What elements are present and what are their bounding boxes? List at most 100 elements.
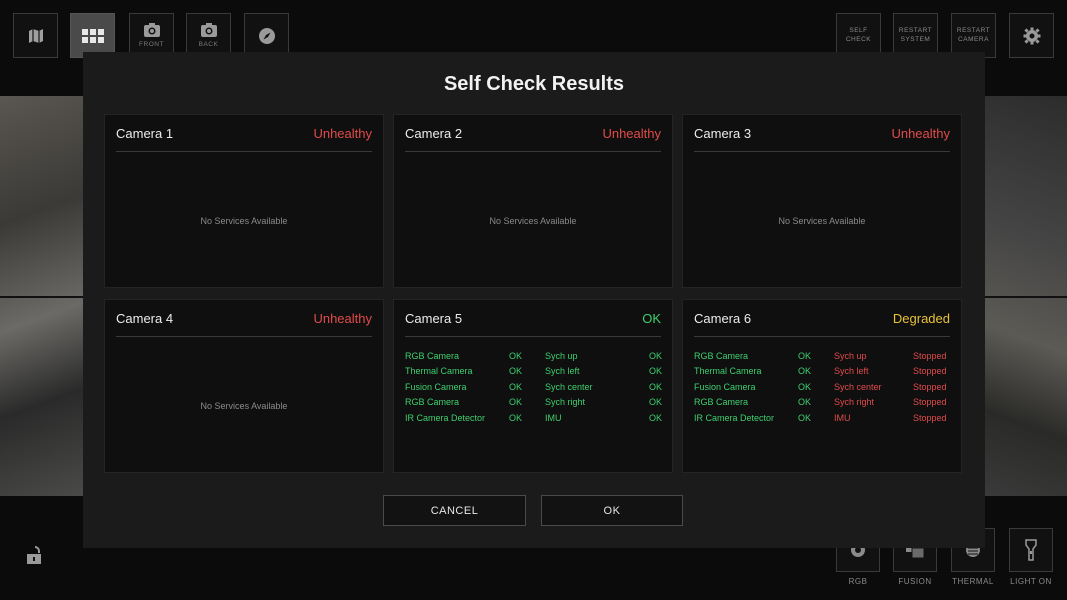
camera-status: Unhealthy [602, 126, 661, 141]
service-value: OK [509, 382, 523, 392]
camera-name: Camera 6 [694, 311, 752, 326]
service-name: Thermal Camera [694, 366, 762, 376]
service-name: Fusion Camera [694, 382, 756, 392]
service-value: OK [798, 397, 812, 407]
camera-status: Unhealthy [313, 126, 372, 141]
service-name: IR Camera Detector [405, 413, 486, 423]
camera-card: Camera 6 Degraded RGB Camera OK Sych up … [682, 299, 962, 473]
service-name: Sych up [834, 351, 867, 361]
gear-icon [1023, 27, 1040, 44]
camera-card-header: Camera 6 Degraded [694, 300, 950, 337]
service-value: OK [798, 366, 812, 376]
camera-status: Unhealthy [313, 311, 372, 326]
service-name: RGB Camera [694, 397, 749, 407]
service-name: RGB Camera [405, 397, 460, 407]
modal-title: Self Check Results [443, 73, 625, 95]
camera-name: Camera 4 [116, 311, 174, 326]
camera-card-header: Camera 4 Unhealthy [116, 300, 372, 337]
camera-status: Unhealthy [891, 126, 950, 141]
restart-system-label-line1: RESTART [898, 27, 933, 34]
camera-rotate-icon [200, 23, 217, 37]
flashlight-icon [1025, 539, 1037, 561]
service-value: Stopped [913, 382, 947, 392]
self-check-modal: Self Check Results Camera 1 Unhealthy No… [83, 52, 985, 548]
camera-card: Camera 2 Unhealthy No Services Available [393, 114, 673, 288]
ok-button[interactable]: OK [541, 495, 683, 526]
camera-card-header: Camera 5 OK [405, 300, 661, 337]
service-value: Stopped [913, 366, 947, 376]
service-name: Sych right [545, 397, 586, 407]
map-icon [28, 28, 43, 43]
service-value: OK [649, 366, 663, 376]
grid-icon [81, 28, 104, 43]
light-label: LIGHT ON [1010, 577, 1052, 586]
service-name: IR Camera Detector [694, 413, 775, 423]
restart-camera-label-line2: CAMERA [958, 35, 989, 43]
service-value: OK [798, 351, 812, 361]
camera-card-header: Camera 2 Unhealthy [405, 115, 661, 152]
light-toggle-button[interactable] [1009, 528, 1053, 572]
camera-card: Camera 5 OK RGB Camera OK Sych up OK The… [393, 299, 673, 473]
self-check-label-line1: SELF [849, 27, 868, 34]
app-root: FRONT BACK SELF CHECK RESTART SYSTEM RES… [0, 0, 1067, 600]
back-label: BACK [198, 41, 219, 48]
camera-card: Camera 4 Unhealthy No Services Available [104, 299, 384, 473]
service-value: Stopped [913, 413, 947, 423]
service-name: IMU [834, 413, 851, 423]
service-name: Thermal Camera [405, 366, 473, 376]
service-value: OK [509, 397, 523, 407]
no-services-text: No Services Available [489, 216, 577, 226]
service-value: OK [649, 382, 663, 392]
service-name: Sych center [545, 382, 593, 392]
service-name: RGB Camera [405, 351, 460, 361]
service-value: OK [798, 413, 812, 423]
no-services-text: No Services Available [200, 216, 288, 226]
rgb-label: RGB [848, 577, 868, 586]
camera-name: Camera 5 [405, 311, 463, 326]
camera-name: Camera 3 [694, 126, 752, 141]
service-value: OK [649, 397, 663, 407]
camera-card-header: Camera 1 Unhealthy [116, 115, 372, 152]
camera-status: Degraded [892, 311, 950, 326]
service-name: Sych left [834, 366, 869, 376]
camera-status: OK [642, 311, 661, 326]
fusion-label: FUSION [898, 577, 932, 586]
service-value: Stopped [913, 351, 947, 361]
camera-rotate-icon [143, 23, 160, 37]
cancel-button[interactable]: CANCEL [383, 495, 526, 526]
service-name: Sych up [545, 351, 578, 361]
front-label: FRONT [139, 41, 164, 48]
camera-name: Camera 1 [116, 126, 174, 141]
feed-divider [0, 296, 84, 298]
service-value: OK [649, 413, 663, 423]
service-name: IMU [545, 413, 562, 423]
no-services-text: No Services Available [200, 401, 288, 411]
service-value: OK [649, 351, 663, 361]
restart-camera-label-line1: RESTART [956, 27, 991, 34]
service-name: Sych right [834, 397, 875, 407]
service-name: RGB Camera [694, 351, 749, 361]
unlock-icon [27, 546, 41, 564]
service-name: Sych left [545, 366, 580, 376]
service-value: OK [509, 366, 523, 376]
service-value: Stopped [913, 397, 947, 407]
camera-card: Camera 3 Unhealthy No Services Available [682, 114, 962, 288]
camera-card: Camera 1 Unhealthy No Services Available [104, 114, 384, 288]
map-button[interactable] [13, 13, 58, 58]
self-check-label-line2: CHECK [845, 35, 872, 43]
restart-system-label-line2: SYSTEM [900, 35, 931, 43]
service-value: OK [509, 413, 523, 423]
unlock-button[interactable] [26, 545, 44, 570]
camera-feed-left [0, 96, 84, 496]
camera-name: Camera 2 [405, 126, 463, 141]
camera-feed-right [984, 96, 1067, 496]
compass-icon [258, 27, 275, 44]
camera-card-header: Camera 3 Unhealthy [694, 115, 950, 152]
service-name: Fusion Camera [405, 382, 467, 392]
thermal-label: THERMAL [952, 577, 994, 586]
no-services-text: No Services Available [778, 216, 866, 226]
feed-divider [984, 296, 1067, 298]
settings-button[interactable] [1009, 13, 1054, 58]
service-value: OK [509, 351, 523, 361]
service-value: OK [798, 382, 812, 392]
